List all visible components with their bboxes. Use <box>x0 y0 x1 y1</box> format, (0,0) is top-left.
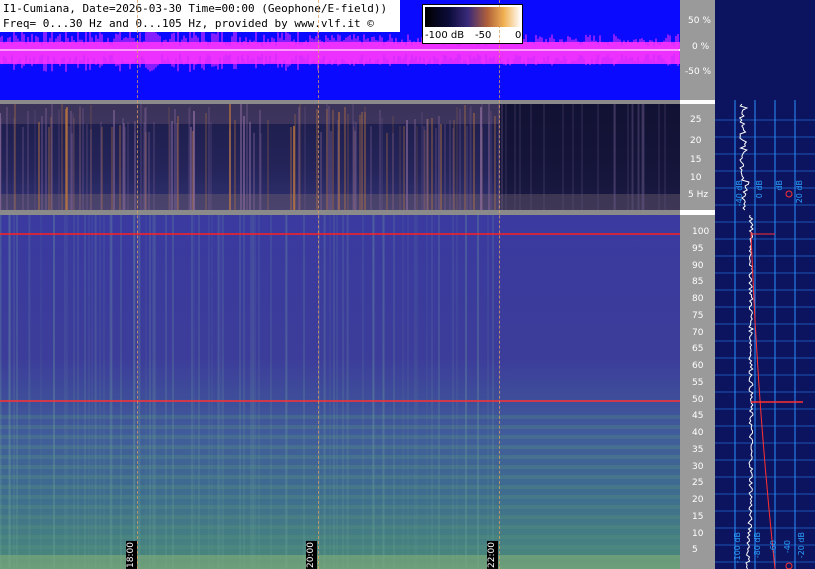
time-gridline <box>499 0 500 569</box>
time-gridline <box>137 0 138 569</box>
profile-bottom-label: -40 <box>783 540 792 554</box>
freq-tick: 85 <box>692 277 704 288</box>
freq-tick: 15 <box>692 511 704 522</box>
spectrogram-0-105hz: 18:00 20:00 22:00 <box>0 215 680 569</box>
freq-tick: 5 <box>692 545 698 556</box>
profile-marker <box>785 562 793 569</box>
spectrogram-bottom-texture <box>0 215 680 569</box>
profile-bottom-label: -80 dB <box>753 532 762 559</box>
profile-grid <box>715 100 815 569</box>
header-info: I1-Cumiana, Date=2026-03-30 Time=00:00 (… <box>0 0 400 32</box>
freq-tick: 40 <box>692 428 704 438</box>
freq-tick: 70 <box>692 327 704 338</box>
freq-tick: 10 <box>692 528 704 539</box>
spectrogram-top-scale: 25 20 15 10 5 Hz <box>680 104 715 210</box>
colorbar-label-min: -100 dB <box>425 30 465 41</box>
waveform-tick: 0 % <box>692 42 710 52</box>
freq-tick: 45 <box>692 411 704 422</box>
colorbar: -100 dB -50 0 <box>422 4 523 44</box>
time-marker-20: 20:00 <box>306 541 317 569</box>
freq-tick: 25 <box>690 115 702 125</box>
freq-tick: 65 <box>692 344 704 355</box>
freq-tick: 15 <box>690 155 702 165</box>
colorbar-label-max: 0 <box>515 30 522 41</box>
profile-bottom-label: -60 <box>769 540 778 554</box>
header-line-1: I1-Cumiana, Date=2026-03-30 Time=00:00 (… <box>3 2 388 15</box>
freq-tick: 5 Hz <box>688 190 709 200</box>
profile-bottom-label: -100 dB <box>733 532 742 564</box>
freq-tick: 100 <box>692 227 710 237</box>
freq-tick: 90 <box>692 260 704 271</box>
profile-marker <box>785 190 793 198</box>
colorbar-label-mid: -50 <box>475 30 492 41</box>
time-marker-22: 22:00 <box>487 541 498 569</box>
freq-tick: 75 <box>692 310 704 321</box>
waveform-tick: 50 % <box>688 16 711 26</box>
profile-bottom-label: -20 dB <box>797 532 806 559</box>
freq-tick: 30 <box>692 461 704 472</box>
freq-tick: 35 <box>692 444 704 455</box>
spectrum-profile-plot <box>715 100 815 569</box>
freq-tick: 80 <box>692 294 704 304</box>
freq-tick: 55 <box>692 377 704 388</box>
time-gridline <box>318 0 319 569</box>
spectrogram-0-30hz <box>0 104 680 210</box>
time-marker-18: 18:00 <box>126 541 137 569</box>
profile-top-label: 0 dB <box>755 180 764 199</box>
freq-tick: 50 <box>692 394 704 405</box>
freq-tick: 60 <box>692 361 704 371</box>
freq-tick: 20 <box>692 495 704 505</box>
spectrogram-bottom-scale: 100 95 90 85 80 75 70 65 60 55 50 45 40 35 30 25 20 15 10 5 <box>680 215 715 569</box>
profile-top-label: -40 dB <box>735 180 744 207</box>
header-line-2: Freq= 0...30 Hz and 0...105 Hz, provided… <box>3 17 374 30</box>
freq-tick: 25 <box>692 478 704 489</box>
spectrum-profile-panel: -40 dB 0 dB dB 20 dB -100 dB -80 dB -60 … <box>715 0 815 569</box>
freq-tick: 95 <box>692 243 704 254</box>
waveform-tick: -50 % <box>685 67 712 77</box>
waveform-scale: 50 % 0 % -50 % <box>680 0 715 100</box>
profile-top-label: 20 dB <box>795 180 804 204</box>
profile-top-label: dB <box>775 180 784 191</box>
spectrogram-bottom-streaks <box>0 215 680 569</box>
waveform-trace <box>0 32 680 72</box>
freq-tick: 20 <box>690 136 702 146</box>
colorbar-gradient <box>425 7 521 27</box>
freq-tick: 10 <box>690 173 702 183</box>
spectrogram-top-texture <box>0 104 680 210</box>
waveform-panel: I1-Cumiana, Date=2026-03-30 Time=00:00 (… <box>0 0 680 100</box>
